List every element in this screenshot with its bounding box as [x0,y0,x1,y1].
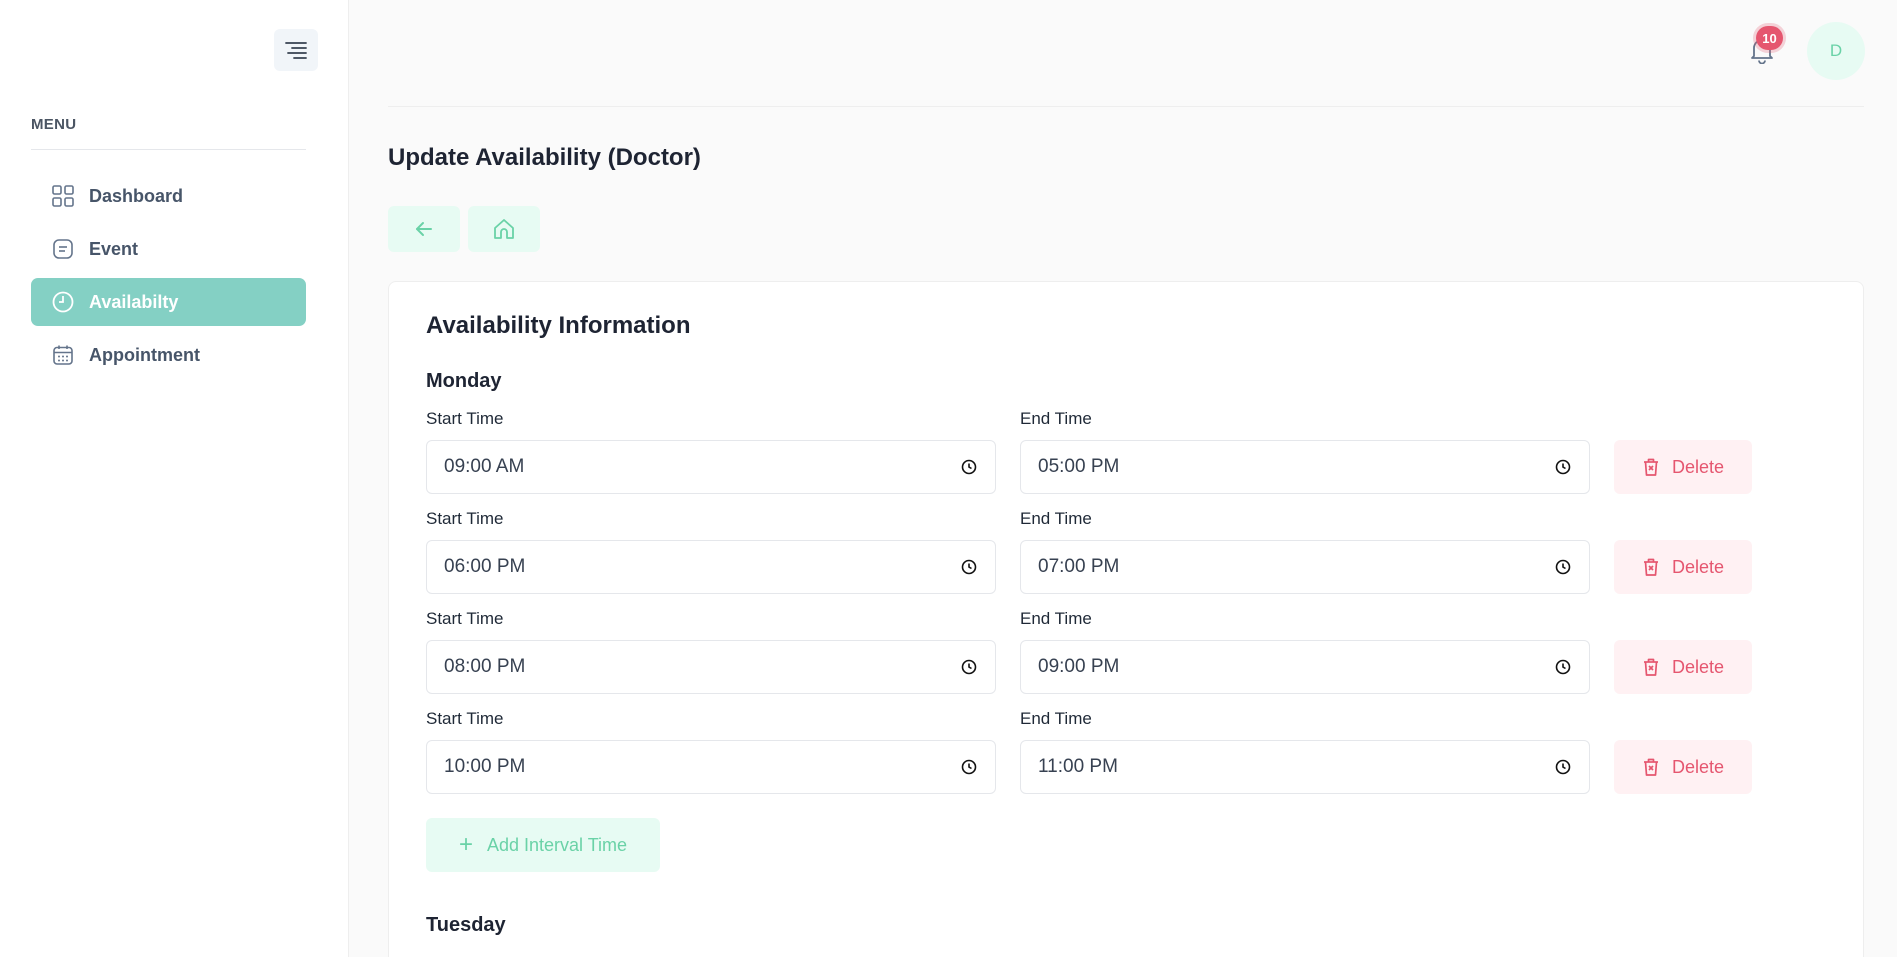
time-value: 10:00 PM [444,756,526,777]
delete-label: Delete [1671,656,1725,677]
sidebar-item-appointment[interactable]: Appointment [31,331,306,379]
menu-title: MENU [31,116,77,133]
trash-icon [1642,457,1660,477]
time-value: 11:00 PM [1038,756,1118,777]
end-time-input[interactable]: 07:00 PM [1020,540,1590,594]
menu-divider [31,149,306,150]
end-time-label: End Time [1020,609,1092,628]
clock-icon[interactable] [1554,458,1572,476]
home-button[interactable] [468,206,540,252]
sidebar-item-label: Dashboard [89,185,184,206]
time-value: 05:00 PM [1038,456,1120,477]
clock-icon[interactable] [960,758,978,776]
add-interval-label: Add Interval Time [486,834,628,855]
sidebar-item-label: Event [89,238,139,259]
day-title-tuesday: Tuesday [426,914,506,936]
delete-label: Delete [1671,556,1725,577]
menu-toggle-button[interactable] [274,29,318,71]
delete-interval-button[interactable]: Delete [1614,740,1752,794]
plus-icon: + [458,831,473,858]
time-value: 07:00 PM [1038,556,1120,577]
clock-icon[interactable] [1554,758,1572,776]
arrow-left-icon [416,222,432,236]
clock-icon[interactable] [960,658,978,676]
time-value: 09:00 AM [444,456,525,477]
back-button[interactable] [388,206,460,252]
calendar-icon [52,344,74,366]
trash-icon [1642,657,1660,677]
end-time-label: End Time [1020,509,1092,528]
home-icon [494,219,514,239]
day-title-monday: Monday [426,370,502,392]
avatar[interactable]: D [1807,22,1865,80]
start-time-label: Start Time [426,509,504,528]
start-time-input[interactable]: 06:00 PM [426,540,996,594]
clock-icon [52,291,74,313]
trash-icon [1642,757,1660,777]
card-title: Availability Information [426,312,691,339]
end-time-input[interactable]: 09:00 PM [1020,640,1590,694]
delete-label: Delete [1671,456,1725,477]
time-value: 06:00 PM [444,556,526,577]
time-value: 09:00 PM [1038,656,1120,677]
menu-lines-icon [285,42,307,59]
start-time-input[interactable]: 08:00 PM [426,640,996,694]
clock-icon[interactable] [1554,658,1572,676]
add-interval-button[interactable]: + Add Interval Time [426,818,660,872]
end-time-label: End Time [1020,709,1092,728]
sidebar-item-dashboard[interactable]: Dashboard [31,172,306,220]
sidebar-item-availability[interactable]: Availabilty [31,278,306,326]
clock-icon[interactable] [960,458,978,476]
page-title: Update Availability (Doctor) [388,144,701,171]
start-time-label: Start Time [426,709,504,728]
time-value: 08:00 PM [444,656,526,677]
notification-count-badge: 10 [1756,26,1783,50]
delete-interval-button[interactable]: Delete [1614,440,1752,494]
sidebar-item-event[interactable]: Event [31,225,306,273]
note-icon [52,238,74,260]
start-time-label: Start Time [426,609,504,628]
grid-icon [52,185,74,207]
end-time-input[interactable]: 05:00 PM [1020,440,1590,494]
trash-icon [1642,557,1660,577]
delete-interval-button[interactable]: Delete [1614,640,1752,694]
sidebar-item-label: Appointment [89,344,200,365]
sidebar-item-label: Availabilty [89,291,179,312]
sidebar-nav: Dashboard Event Availabilty Appointment [31,172,306,384]
header-divider [388,106,1864,107]
delete-label: Delete [1671,756,1725,777]
clock-icon[interactable] [960,558,978,576]
start-time-input[interactable]: 10:00 PM [426,740,996,794]
end-time-input[interactable]: 11:00 PM [1020,740,1590,794]
availability-card: Availability Information Monday Start Ti… [388,281,1864,957]
start-time-input[interactable]: 09:00 AM [426,440,996,494]
start-time-label: Start Time [426,409,504,428]
end-time-label: End Time [1020,409,1092,428]
delete-interval-button[interactable]: Delete [1614,540,1752,594]
sidebar: MENU Dashboard Event Availabilty Appoint… [0,0,349,957]
clock-icon[interactable] [1554,558,1572,576]
